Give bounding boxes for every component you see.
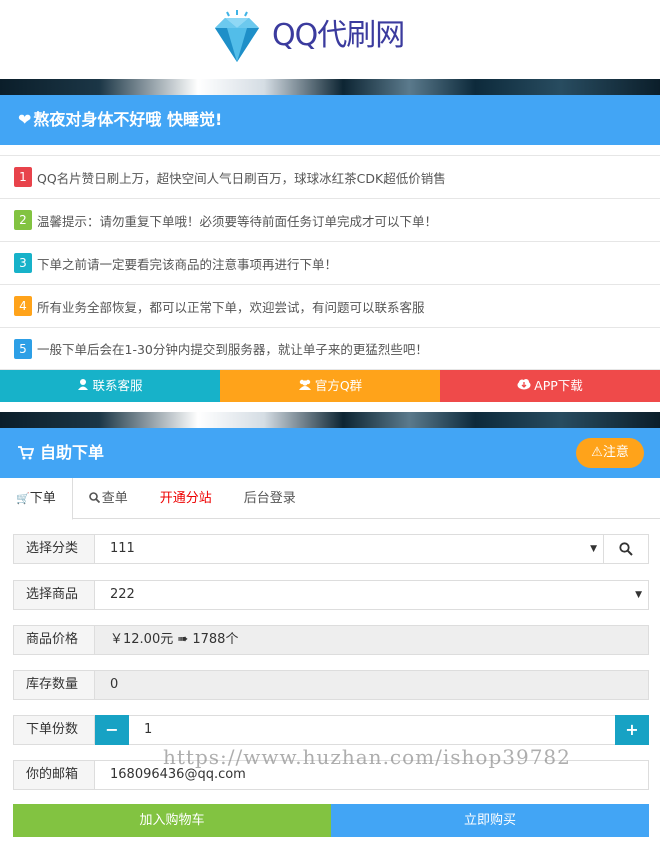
quantity-row: 下单份数 − 1 +	[13, 715, 649, 745]
notice-text: QQ名片赞日刷上万，超快空间人气日刷百万，球球冰红茶CDK超低价销售	[37, 170, 446, 186]
product-value: 222	[110, 587, 135, 602]
watermark: https://www.huzhan.com/ishop39782	[163, 745, 571, 769]
cart-icon: 🛒	[16, 492, 30, 505]
logo-area: QQ代刷网	[0, 0, 660, 79]
quantity-input[interactable]: 1	[129, 715, 615, 745]
search-button[interactable]	[604, 534, 649, 564]
stock-label: 库存数量	[13, 670, 95, 700]
cart-icon	[18, 430, 35, 480]
tab-admin-login[interactable]: 后台登录	[228, 478, 312, 519]
tab-order[interactable]: 🛒下单	[0, 478, 73, 520]
tab-open-substation[interactable]: 开通分站	[144, 478, 228, 519]
buy-now-button[interactable]: 立即购买	[331, 804, 649, 837]
tab-query[interactable]: 查单	[73, 478, 144, 519]
attention-button[interactable]: ⚠注意	[576, 438, 644, 468]
list-item: 4 所有业务全部恢复，都可以正常下单，欢迎尝试，有问题可以联系客服	[0, 284, 660, 327]
official-group-button[interactable]: 官方Q群	[220, 370, 440, 402]
banner-strip	[0, 412, 660, 428]
purchase-button-row: 加入购物车 立即购买	[13, 804, 649, 837]
price-field: ￥12.00元 ➠ 1788个	[95, 625, 649, 655]
group-icon	[298, 370, 312, 402]
logo-text: QQ代刷网	[272, 18, 405, 53]
heart-icon: ❤	[18, 110, 32, 129]
caret-down-icon: ▼	[635, 590, 642, 600]
user-icon	[77, 370, 89, 402]
email-label: 你的邮箱	[13, 760, 95, 790]
category-row: 选择分类 111 ▼	[13, 534, 649, 564]
search-icon	[88, 479, 100, 520]
banner-strip	[0, 79, 660, 95]
tab-query-label: 查单	[101, 491, 128, 506]
app-download-button[interactable]: APP下载	[440, 370, 660, 402]
tab-order-label: 下单	[29, 491, 56, 506]
quantity-plus-button[interactable]: +	[615, 715, 649, 745]
contact-service-button[interactable]: 联系客服	[0, 370, 220, 402]
cloud-download-icon	[517, 370, 531, 402]
list-item: 3 下单之前请一定要看完该商品的注意事项再进行下单！	[0, 241, 660, 284]
app-download-label: APP下载	[534, 378, 583, 393]
action-button-row: 联系客服 官方Q群 APP下载	[0, 370, 660, 402]
search-icon	[619, 542, 633, 556]
quantity-label: 下单份数	[13, 715, 95, 745]
contact-service-label: 联系客服	[92, 378, 143, 393]
notice-header: ❤ 熬夜对身体不好哦 快睡觉!	[0, 95, 660, 145]
category-label: 选择分类	[13, 534, 95, 564]
order-tabs: 🛒下单 查单 开通分站 后台登录	[0, 478, 660, 520]
notice-title: 熬夜对身体不好哦 快睡觉!	[33, 110, 223, 129]
stock-row: 库存数量 0	[13, 670, 649, 700]
diamond-icon	[215, 10, 259, 62]
number-badge: 3	[14, 253, 32, 273]
number-badge: 5	[14, 338, 32, 359]
number-badge: 4	[14, 296, 32, 316]
product-row: 选择商品 222 ▼	[13, 580, 649, 610]
attention-label: 注意	[602, 445, 629, 460]
order-header: 自助下单 ⚠注意	[0, 428, 660, 478]
stock-field: 0	[95, 670, 649, 700]
notice-list: 1 QQ名片赞日刷上万，超快空间人气日刷百万，球球冰红茶CDK超低价销售 2 温…	[0, 155, 660, 370]
quantity-minus-button[interactable]: −	[95, 715, 129, 745]
warning-icon: ⚠	[591, 445, 603, 460]
order-title: 自助下单	[40, 443, 105, 462]
add-to-cart-button[interactable]: 加入购物车	[13, 804, 331, 837]
caret-down-icon: ▼	[590, 544, 597, 554]
list-item: 5 一般下单后会在1-30分钟内提交到服务器，就让单子来的更猛烈些吧！	[0, 327, 660, 370]
number-badge: 2	[14, 210, 32, 230]
notice-text: 所有业务全部恢复，都可以正常下单，欢迎尝试，有问题可以联系客服	[37, 299, 425, 315]
list-item: 2 温馨提示：请勿重复下单哦！必须要等待前面任务订单完成才可以下单！	[0, 198, 660, 241]
category-value: 111	[110, 541, 135, 556]
category-select[interactable]: 111 ▼	[95, 534, 604, 564]
notice-text: 一般下单后会在1-30分钟内提交到服务器，就让单子来的更猛烈些吧！	[37, 342, 428, 357]
list-item: 1 QQ名片赞日刷上万，超快空间人气日刷百万，球球冰红茶CDK超低价销售	[0, 155, 660, 198]
product-label: 选择商品	[13, 580, 95, 610]
product-select[interactable]: 222 ▼	[95, 580, 649, 610]
tab-open-substation-label: 开通分站	[159, 491, 212, 506]
notice-text: 温馨提示：请勿重复下单哦！必须要等待前面任务订单完成才可以下单！	[37, 213, 438, 229]
number-badge: 1	[14, 167, 32, 187]
price-row: 商品价格 ￥12.00元 ➠ 1788个	[13, 625, 649, 655]
tab-admin-login-label: 后台登录	[243, 491, 296, 506]
price-label: 商品价格	[13, 625, 95, 655]
notice-text: 下单之前请一定要看完该商品的注意事项再进行下单！	[37, 256, 338, 272]
official-group-label: 官方Q群	[314, 378, 363, 393]
